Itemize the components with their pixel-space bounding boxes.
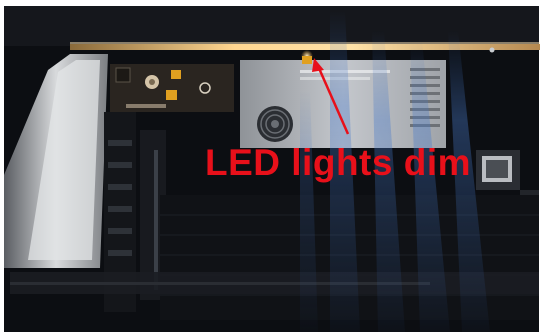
- cooling-fan-icon: [257, 106, 293, 142]
- led-strip: [70, 44, 540, 50]
- annotation-label: LED lights dim: [205, 142, 471, 183]
